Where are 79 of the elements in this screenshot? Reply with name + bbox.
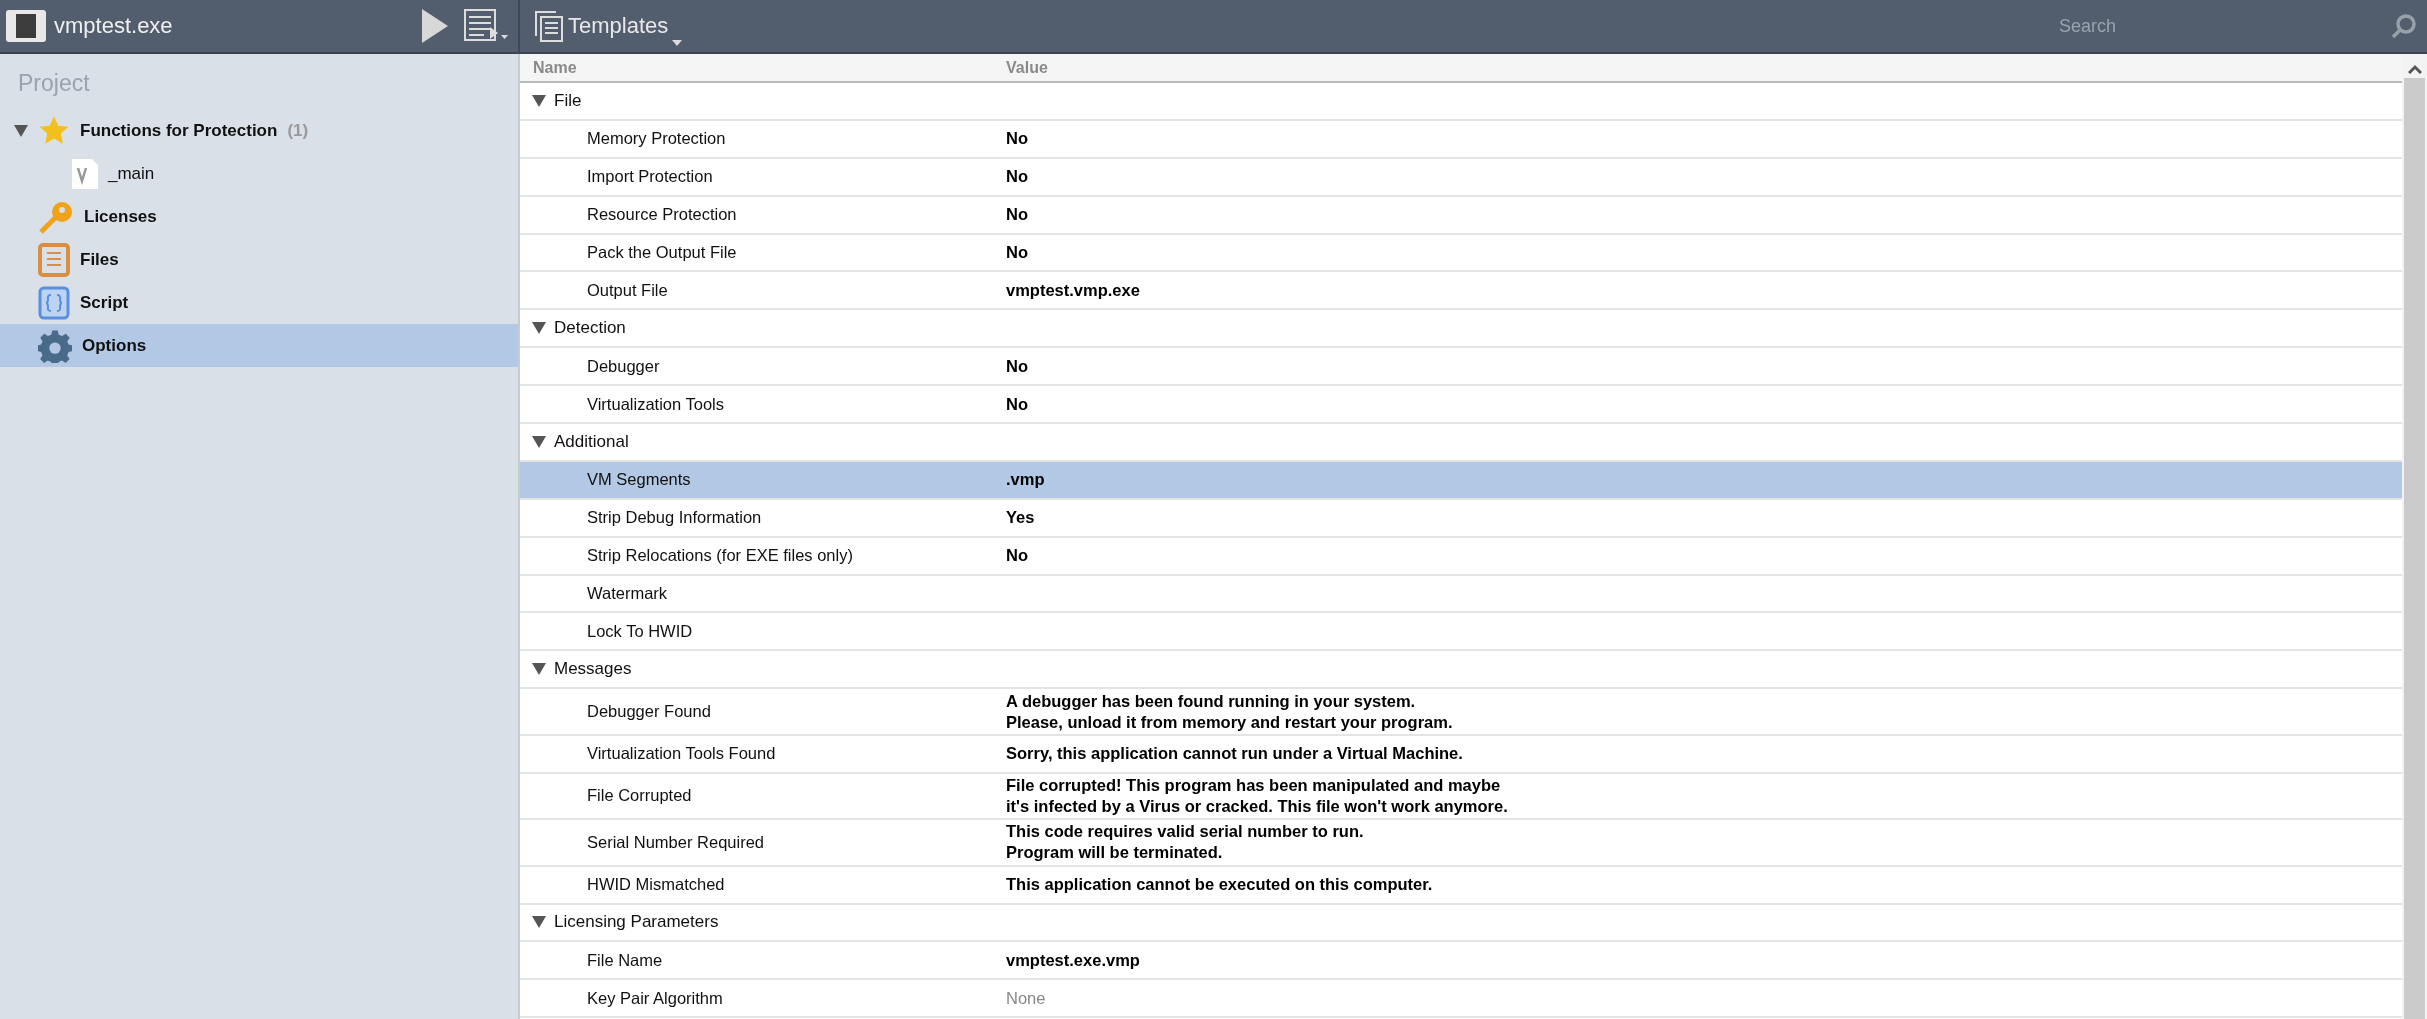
property-value: None — [1006, 987, 1046, 1009]
property-value: No — [1006, 242, 1028, 263]
panel-title: Project — [17, 69, 91, 98]
property-value: No — [1006, 128, 1028, 150]
key-icon — [38, 199, 74, 234]
property-name: File Name — [586, 950, 664, 970]
scroll-thumb[interactable] — [2404, 78, 2425, 1019]
search-icon[interactable] — [2391, 13, 2417, 39]
braces-icon — [38, 285, 70, 320]
dropdown-caret-icon — [672, 40, 683, 46]
expand-triangle-icon[interactable] — [532, 322, 546, 335]
property-name: Virtualization Tools Found — [586, 744, 777, 764]
section-label: File — [554, 90, 582, 111]
tree-item[interactable]: Options — [0, 324, 518, 367]
property-value: Sorry, this application cannot run under a Virtual Machine. — [1006, 743, 1463, 765]
property-name: Virtualization Tools — [586, 394, 725, 414]
property-name: Pack the Output File — [586, 243, 738, 262]
property-value: No — [1006, 355, 1028, 377]
expand-triangle-icon[interactable] — [532, 94, 546, 107]
tree-item-label: Options — [82, 335, 147, 356]
tree-item-label: Script — [80, 292, 129, 313]
film-icon — [6, 10, 46, 42]
property-value: No — [1006, 204, 1028, 226]
section-label: Licensing Parameters — [554, 912, 719, 933]
property-value: No — [1006, 545, 1028, 567]
property-name: Import Protection — [586, 167, 714, 187]
property-name: Output File — [586, 280, 669, 300]
document-icon — [72, 158, 98, 189]
templates-button[interactable]: Templates — [530, 4, 687, 48]
property-name: Strip Relocations (for EXE files only) — [586, 546, 854, 566]
property-row[interactable]: VM Segments .vmp — [520, 461, 2402, 500]
gear-icon — [38, 328, 72, 363]
property-value: File corrupted! This program has been manipulated and maybe it's infected by a Virus or cracked. This file won't work anymore. — [1006, 774, 1508, 817]
document-arrow-icon — [464, 9, 508, 43]
tree-item[interactable]: Files — [0, 238, 518, 281]
scrollbar[interactable] — [2402, 54, 2427, 1019]
scroll-up-icon[interactable] — [2407, 64, 2422, 74]
tree-item[interactable]: Licenses — [0, 195, 518, 238]
pages-icon — [534, 10, 564, 42]
property-name: VM Segments — [586, 470, 692, 490]
expand-triangle-icon[interactable] — [532, 435, 546, 448]
property-value: This code requires valid serial number to run. Program will be terminated. — [1006, 821, 1364, 864]
section-label: Messages — [554, 659, 632, 680]
play-icon — [422, 9, 448, 43]
expand-triangle-icon[interactable] — [532, 916, 546, 929]
property-value: No — [1006, 166, 1028, 188]
property-name: Memory Protection — [586, 129, 727, 149]
property-name: HWID Mismatched — [586, 875, 726, 895]
expand-triangle-icon[interactable] — [532, 663, 546, 676]
property-value: vmptest.exe.vmp — [1006, 949, 1140, 971]
search-field[interactable]: Search — [2057, 14, 2381, 38]
section-label: Additional — [554, 431, 629, 452]
tree-item-label: Licenses — [84, 206, 157, 227]
property-value: Yes — [1006, 507, 1035, 529]
property-name: Watermark — [586, 584, 669, 603]
property-name: Serial Number Required — [586, 832, 765, 852]
property-name: File Corrupted — [586, 786, 693, 806]
count-label: (1) — [287, 120, 309, 141]
property-name: Lock To HWID — [586, 621, 694, 641]
section-label: Detection — [554, 318, 626, 339]
property-value: This application cannot be executed on this computer. — [1006, 874, 1433, 896]
tree-item[interactable]: _main — [0, 152, 518, 195]
property-value: No — [1006, 393, 1028, 415]
list-document-icon — [38, 242, 70, 277]
property-name: Debugger Found — [586, 702, 712, 721]
property-value: A debugger has been found running in your system. Please, unload it from memory and restart your program. — [1006, 690, 1453, 733]
property-value: vmptest.vmp.exe — [1006, 279, 1140, 301]
property-name: Debugger — [586, 356, 661, 376]
expand-triangle-icon[interactable] — [14, 124, 28, 137]
property-value: .vmp — [1006, 469, 1045, 491]
property-name: Strip Debug Information — [586, 508, 763, 528]
file-title: vmptest.exe — [54, 13, 174, 39]
tree-item-label: Files — [80, 249, 119, 270]
tree-item[interactable]: Functions for Protection (1) — [0, 109, 518, 152]
tree-item[interactable]: Script — [0, 281, 518, 324]
tree-item-label: _main — [108, 163, 155, 184]
property-name: Resource Protection — [586, 205, 738, 225]
tree-item-label: Functions for Protection — [80, 120, 278, 141]
property-name: Key Pair Algorithm — [586, 988, 724, 1008]
